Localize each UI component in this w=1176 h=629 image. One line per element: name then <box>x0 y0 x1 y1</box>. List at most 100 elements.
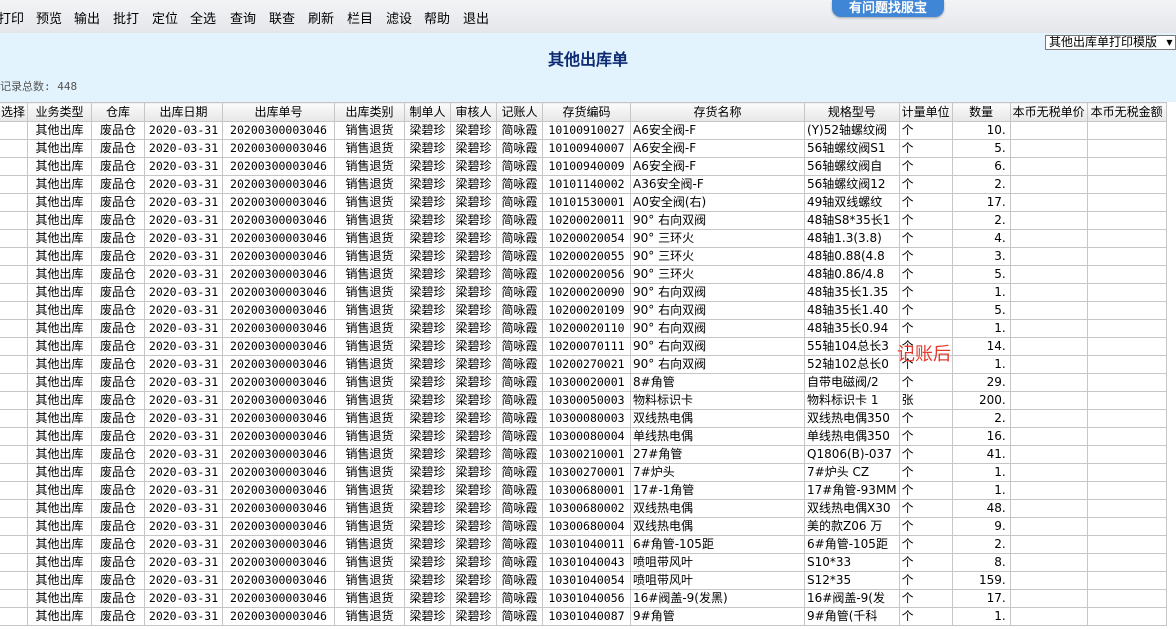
cell-select[interactable] <box>0 517 29 536</box>
cell-select[interactable] <box>0 391 29 410</box>
cell-select[interactable] <box>0 427 29 446</box>
column-header-item-name[interactable]: 存货名称 <box>630 102 806 122</box>
cell-warehouse: 废品仓 <box>91 553 146 572</box>
table-row[interactable]: 其他出库 废品仓 2020-03-31 20200300003046 销售退货 梁碧珍 梁碧… <box>0 355 1167 374</box>
table-row[interactable]: 其他出库 废品仓 2020-03-31 20200300003046 销售退货 梁碧珍 梁碧… <box>0 607 1167 626</box>
toolbar-button-7[interactable]: 联查 <box>269 10 295 30</box>
cell-select[interactable] <box>0 607 29 626</box>
column-header-date[interactable]: 出库日期 <box>144 102 224 122</box>
table-row[interactable]: 其他出库 废品仓 2020-03-31 20200300003046 销售退货 梁碧珍 梁碧… <box>0 589 1167 608</box>
table-row[interactable]: 其他出库 废品仓 2020-03-31 20200300003046 销售退货 梁碧珍 梁碧… <box>0 211 1167 230</box>
column-header-spec[interactable]: 规格型号 <box>804 102 900 122</box>
cell-select[interactable] <box>0 409 29 428</box>
cell-maker: 梁碧珍 <box>404 139 452 158</box>
column-header-bookkeeper[interactable]: 记账人 <box>496 102 544 122</box>
cell-select[interactable] <box>0 247 29 266</box>
cell-select[interactable] <box>0 301 29 320</box>
page-title: 其他出库单 <box>547 50 628 69</box>
column-header-qty[interactable]: 数量 <box>951 102 1011 122</box>
cell-select[interactable] <box>0 283 29 302</box>
table-row[interactable]: 其他出库 废品仓 2020-03-31 20200300003046 销售退货 梁碧珍 梁碧… <box>0 283 1167 302</box>
column-header-amount[interactable]: 本币无税金额 <box>1086 102 1167 122</box>
toolbar-button-6[interactable]: 查询 <box>230 10 256 30</box>
cell-select[interactable] <box>0 589 29 608</box>
cell-select[interactable] <box>0 121 29 140</box>
dropdown-arrow-icon[interactable]: ▼ <box>1164 36 1175 49</box>
table-row[interactable]: 其他出库 废品仓 2020-03-31 20200300003046 销售退货 梁碧珍 梁碧… <box>0 571 1167 590</box>
table-row[interactable]: 其他出库 废品仓 2020-03-31 20200300003046 销售退货 梁碧珍 梁碧… <box>0 157 1167 176</box>
toolbar-button-8[interactable]: 刷新 <box>308 10 334 30</box>
table-row[interactable]: 其他出库 废品仓 2020-03-31 20200300003046 销售退货 梁碧珍 梁碧… <box>0 229 1167 248</box>
cell-qty: 1. <box>951 319 1011 338</box>
cell-select[interactable] <box>0 157 29 176</box>
cell-select[interactable] <box>0 355 29 374</box>
cell-select[interactable] <box>0 139 29 158</box>
cell-select[interactable] <box>0 373 29 392</box>
cell-select[interactable] <box>0 499 29 518</box>
cell-select[interactable] <box>0 481 29 500</box>
table-row[interactable]: 其他出库 废品仓 2020-03-31 20200300003046 销售退货 梁碧珍 梁碧… <box>0 175 1167 194</box>
table-row[interactable]: 其他出库 废品仓 2020-03-31 20200300003046 销售退货 梁碧珍 梁碧… <box>0 139 1167 158</box>
column-header-maker[interactable]: 制单人 <box>404 102 452 122</box>
table-row[interactable]: 其他出库 废品仓 2020-03-31 20200300003046 销售退货 梁碧珍 梁碧… <box>0 481 1167 500</box>
cell-select[interactable] <box>0 319 29 338</box>
cell-unit: 个 <box>898 427 953 446</box>
column-header-auditor[interactable]: 审核人 <box>450 102 498 122</box>
table-row[interactable]: 其他出库 废品仓 2020-03-31 20200300003046 销售退货 梁碧珍 梁碧… <box>0 319 1167 338</box>
toolbar-button-1[interactable]: 预览 <box>36 10 62 30</box>
cell-bookkeeper: 简咏霞 <box>496 193 544 212</box>
cell-select[interactable] <box>0 265 29 284</box>
cell-select[interactable] <box>0 571 29 590</box>
table-row[interactable]: 其他出库 废品仓 2020-03-31 20200300003046 销售退货 梁碧珍 梁碧… <box>0 193 1167 212</box>
toolbar-button-9[interactable]: 栏目 <box>347 10 373 30</box>
cell-select[interactable] <box>0 337 29 356</box>
cell-unit-price <box>1009 229 1088 248</box>
cell-select[interactable] <box>0 175 29 194</box>
cell-select[interactable] <box>0 193 29 212</box>
table-row[interactable]: 其他出库 废品仓 2020-03-31 20200300003046 销售退货 梁碧珍 梁碧… <box>0 499 1167 518</box>
toolbar-button-2[interactable]: 输出 <box>74 10 100 30</box>
column-header-warehouse[interactable]: 仓库 <box>91 102 146 122</box>
cell-select[interactable] <box>0 445 29 464</box>
column-header-select[interactable]: 选择 <box>0 102 29 122</box>
table-row[interactable]: 其他出库 废品仓 2020-03-31 20200300003046 销售退货 梁碧珍 梁碧… <box>0 535 1167 554</box>
toolbar-button-0[interactable]: 打印 <box>0 10 24 30</box>
table-row[interactable]: 其他出库 废品仓 2020-03-31 20200300003046 销售退货 梁碧珍 梁碧… <box>0 409 1167 428</box>
cell-select[interactable] <box>0 535 29 554</box>
column-header-doc-no[interactable]: 出库单号 <box>222 102 336 122</box>
table-row[interactable]: 其他出库 废品仓 2020-03-31 20200300003046 销售退货 梁碧珍 梁碧… <box>0 247 1167 266</box>
column-header-item-code[interactable]: 存货编码 <box>542 102 632 122</box>
table-row[interactable]: 其他出库 废品仓 2020-03-31 20200300003046 销售退货 梁碧珍 梁碧… <box>0 373 1167 392</box>
cell-date: 2020-03-31 <box>144 463 224 482</box>
cell-amount <box>1086 121 1167 140</box>
cell-auditor: 梁碧珍 <box>450 247 498 266</box>
table-row[interactable]: 其他出库 废品仓 2020-03-31 20200300003046 销售退货 梁碧珍 梁碧… <box>0 265 1167 284</box>
help-badge[interactable]: 有问题找服宝 <box>832 0 944 17</box>
table-row[interactable]: 其他出库 废品仓 2020-03-31 20200300003046 销售退货 梁碧珍 梁碧… <box>0 427 1167 446</box>
toolbar-button-3[interactable]: 批打 <box>113 10 139 30</box>
table-row[interactable]: 其他出库 废品仓 2020-03-31 20200300003046 销售退货 梁碧珍 梁碧… <box>0 445 1167 464</box>
print-template-select[interactable]: 其他出库单打印模版 ▼ <box>1045 35 1176 50</box>
column-header-unit[interactable]: 计量单位 <box>898 102 953 122</box>
toolbar-button-10[interactable]: 滤设 <box>386 10 412 30</box>
table-row[interactable]: 其他出库 废品仓 2020-03-31 20200300003046 销售退货 梁碧珍 梁碧… <box>0 463 1167 482</box>
table-row[interactable]: 其他出库 废品仓 2020-03-31 20200300003046 销售退货 梁碧珍 梁碧… <box>0 121 1167 140</box>
cell-select[interactable] <box>0 463 29 482</box>
toolbar-button-5[interactable]: 全选 <box>190 10 216 30</box>
table-row[interactable]: 其他出库 废品仓 2020-03-31 20200300003046 销售退货 梁碧珍 梁碧… <box>0 301 1167 320</box>
cell-select[interactable] <box>0 229 29 248</box>
table-row[interactable]: 其他出库 废品仓 2020-03-31 20200300003046 销售退货 梁碧珍 梁碧… <box>0 517 1167 536</box>
table-row[interactable]: 其他出库 废品仓 2020-03-31 20200300003046 销售退货 梁碧珍 梁碧… <box>0 391 1167 410</box>
column-header-business-type[interactable]: 业务类型 <box>27 102 93 122</box>
column-header-out-type[interactable]: 出库类别 <box>334 102 406 122</box>
cell-select[interactable] <box>0 211 29 230</box>
table-row[interactable]: 其他出库 废品仓 2020-03-31 20200300003046 销售退货 梁碧珍 梁碧… <box>0 553 1167 572</box>
toolbar-button-4[interactable]: 定位 <box>152 10 178 30</box>
table-row[interactable]: 其他出库 废品仓 2020-03-31 20200300003046 销售退货 梁碧珍 梁碧… <box>0 337 1167 356</box>
column-header-unit-price[interactable]: 本币无税单价 <box>1009 102 1088 122</box>
cell-qty: 159. <box>951 571 1011 590</box>
toolbar-button-11[interactable]: 帮助 <box>424 10 450 30</box>
cell-item-name: 90° 三环火 <box>630 229 806 248</box>
cell-select[interactable] <box>0 553 29 572</box>
toolbar-button-12[interactable]: 退出 <box>463 10 489 30</box>
